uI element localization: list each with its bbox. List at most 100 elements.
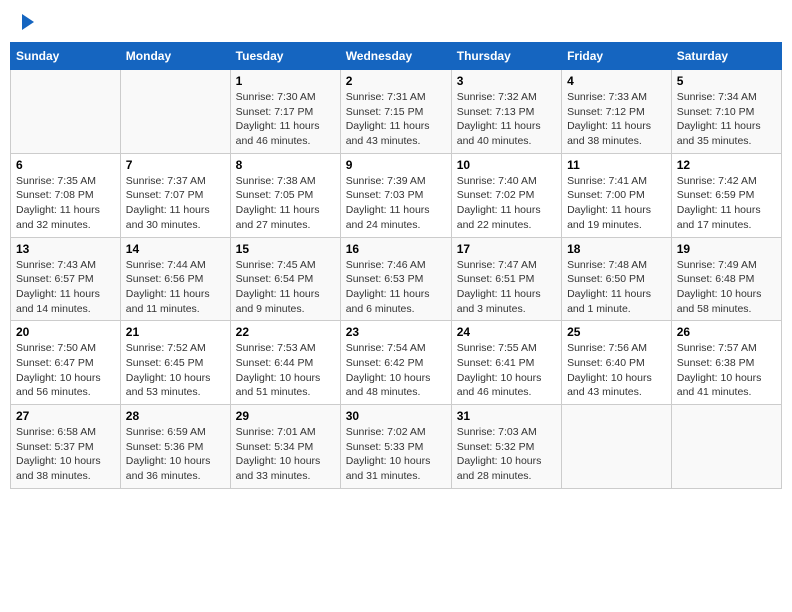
day-info: Sunrise: 7:45 AMSunset: 6:54 PMDaylight:… [236,258,335,317]
calendar-cell: 23 Sunrise: 7:54 AMSunset: 6:42 PMDayligh… [340,321,451,405]
day-number: 17 [457,242,556,256]
calendar-cell [120,70,230,154]
day-info: Sunrise: 7:38 AMSunset: 7:05 PMDaylight:… [236,174,335,233]
calendar-cell: 13 Sunrise: 7:43 AMSunset: 6:57 PMDayligh… [11,237,121,321]
calendar-cell [562,405,672,489]
week-row-4: 20 Sunrise: 7:50 AMSunset: 6:47 PMDayligh… [11,321,782,405]
day-number: 9 [346,158,446,172]
calendar-cell: 29 Sunrise: 7:01 AMSunset: 5:34 PMDayligh… [230,405,340,489]
day-info: Sunrise: 7:48 AMSunset: 6:50 PMDaylight:… [567,258,666,317]
week-row-2: 6 Sunrise: 7:35 AMSunset: 7:08 PMDaylight… [11,153,782,237]
day-info: Sunrise: 7:37 AMSunset: 7:07 PMDaylight:… [126,174,225,233]
day-number: 18 [567,242,666,256]
day-info: Sunrise: 7:35 AMSunset: 7:08 PMDaylight:… [16,174,115,233]
day-info: Sunrise: 7:43 AMSunset: 6:57 PMDaylight:… [16,258,115,317]
day-info: Sunrise: 7:01 AMSunset: 5:34 PMDaylight:… [236,425,335,484]
calendar-cell: 1Sunrise: 7:30 AMSunset: 7:17 PMDaylight… [230,70,340,154]
col-header-wednesday: Wednesday [340,43,451,70]
day-info: Sunrise: 7:47 AMSunset: 6:51 PMDaylight:… [457,258,556,317]
day-info: Sunrise: 7:31 AMSunset: 7:15 PMDaylight:… [346,90,446,149]
calendar-cell: 19 Sunrise: 7:49 AMSunset: 6:48 PMDayligh… [671,237,781,321]
calendar-cell: 3 Sunrise: 7:32 AMSunset: 7:13 PMDaylight… [451,70,561,154]
day-number: 12 [677,158,776,172]
day-info: Sunrise: 7:57 AMSunset: 6:38 PMDaylight:… [677,341,776,400]
day-info: Sunrise: 7:32 AMSunset: 7:13 PMDaylight:… [457,90,556,149]
day-number: 23 [346,325,446,339]
calendar-cell: 9 Sunrise: 7:39 AMSunset: 7:03 PMDaylight… [340,153,451,237]
day-info: Sunrise: 7:40 AMSunset: 7:02 PMDaylight:… [457,174,556,233]
calendar-cell [11,70,121,154]
day-number: 22 [236,325,335,339]
day-number: 3 [457,74,556,88]
calendar-cell: 5 Sunrise: 7:34 AMSunset: 7:10 PMDaylight… [671,70,781,154]
day-info: Sunrise: 7:44 AMSunset: 6:56 PMDaylight:… [126,258,225,317]
calendar-cell: 24 Sunrise: 7:55 AMSunset: 6:41 PMDayligh… [451,321,561,405]
day-number: 10 [457,158,556,172]
calendar-cell: 20 Sunrise: 7:50 AMSunset: 6:47 PMDayligh… [11,321,121,405]
day-number: 29 [236,409,335,423]
col-header-monday: Monday [120,43,230,70]
day-info: Sunrise: 6:59 AMSunset: 5:36 PMDaylight:… [126,425,225,484]
calendar-cell: 12 Sunrise: 7:42 AMSunset: 6:59 PMDayligh… [671,153,781,237]
day-number: 5 [677,74,776,88]
day-number: 20 [16,325,115,339]
day-info: Sunrise: 7:42 AMSunset: 6:59 PMDaylight:… [677,174,776,233]
day-number: 2 [346,74,446,88]
day-number: 24 [457,325,556,339]
calendar-cell: 18 Sunrise: 7:48 AMSunset: 6:50 PMDayligh… [562,237,672,321]
col-header-tuesday: Tuesday [230,43,340,70]
day-info: Sunrise: 7:03 AMSunset: 5:32 PMDaylight:… [457,425,556,484]
day-info: Sunrise: 7:49 AMSunset: 6:48 PMDaylight:… [677,258,776,317]
calendar-cell: 2 Sunrise: 7:31 AMSunset: 7:15 PMDaylight… [340,70,451,154]
day-info: Sunrise: 7:52 AMSunset: 6:45 PMDaylight:… [126,341,225,400]
day-number: 8 [236,158,335,172]
calendar-cell: 21 Sunrise: 7:52 AMSunset: 6:45 PMDayligh… [120,321,230,405]
header-row: SundayMondayTuesdayWednesdayThursdayFrid… [11,43,782,70]
day-number: 26 [677,325,776,339]
day-info: Sunrise: 7:02 AMSunset: 5:33 PMDaylight:… [346,425,446,484]
day-number: 11 [567,158,666,172]
day-number: 6 [16,158,115,172]
day-info: Sunrise: 7:55 AMSunset: 6:41 PMDaylight:… [457,341,556,400]
day-number: 16 [346,242,446,256]
day-number: 1 [236,74,335,88]
day-number: 7 [126,158,225,172]
calendar-cell: 30 Sunrise: 7:02 AMSunset: 5:33 PMDayligh… [340,405,451,489]
calendar-cell: 27Sunrise: 6:58 AMSunset: 5:37 PMDayligh… [11,405,121,489]
calendar-cell: 15Sunrise: 7:45 AMSunset: 6:54 PMDayligh… [230,237,340,321]
day-number: 13 [16,242,115,256]
day-number: 27 [16,409,115,423]
calendar-cell: 26 Sunrise: 7:57 AMSunset: 6:38 PMDayligh… [671,321,781,405]
day-number: 21 [126,325,225,339]
day-info: Sunrise: 7:39 AMSunset: 7:03 PMDaylight:… [346,174,446,233]
day-info: Sunrise: 7:41 AMSunset: 7:00 PMDaylight:… [567,174,666,233]
day-number: 30 [346,409,446,423]
calendar-cell: 8 Sunrise: 7:38 AMSunset: 7:05 PMDaylight… [230,153,340,237]
day-number: 19 [677,242,776,256]
calendar-cell: 14Sunrise: 7:44 AMSunset: 6:56 PMDayligh… [120,237,230,321]
calendar-cell: 17 Sunrise: 7:47 AMSunset: 6:51 PMDayligh… [451,237,561,321]
day-info: Sunrise: 7:50 AMSunset: 6:47 PMDaylight:… [16,341,115,400]
col-header-friday: Friday [562,43,672,70]
col-header-sunday: Sunday [11,43,121,70]
day-info: Sunrise: 7:54 AMSunset: 6:42 PMDaylight:… [346,341,446,400]
calendar-cell [671,405,781,489]
calendar-cell: 22Sunrise: 7:53 AMSunset: 6:44 PMDayligh… [230,321,340,405]
day-number: 28 [126,409,225,423]
logo-arrow-icon [22,14,34,30]
calendar-cell: 6 Sunrise: 7:35 AMSunset: 7:08 PMDaylight… [11,153,121,237]
day-number: 31 [457,409,556,423]
week-row-3: 13 Sunrise: 7:43 AMSunset: 6:57 PMDayligh… [11,237,782,321]
col-header-saturday: Saturday [671,43,781,70]
day-number: 25 [567,325,666,339]
calendar-cell: 7 Sunrise: 7:37 AMSunset: 7:07 PMDaylight… [120,153,230,237]
logo [16,14,34,30]
day-info: Sunrise: 7:46 AMSunset: 6:53 PMDaylight:… [346,258,446,317]
week-row-5: 27Sunrise: 6:58 AMSunset: 5:37 PMDayligh… [11,405,782,489]
calendar-cell: 10 Sunrise: 7:40 AMSunset: 7:02 PMDayligh… [451,153,561,237]
day-info: Sunrise: 7:34 AMSunset: 7:10 PMDaylight:… [677,90,776,149]
calendar-cell: 28 Sunrise: 6:59 AMSunset: 5:36 PMDayligh… [120,405,230,489]
page-header [10,10,782,34]
calendar-cell: 25Sunrise: 7:56 AMSunset: 6:40 PMDayligh… [562,321,672,405]
calendar-cell: 4Sunrise: 7:33 AMSunset: 7:12 PMDaylight… [562,70,672,154]
